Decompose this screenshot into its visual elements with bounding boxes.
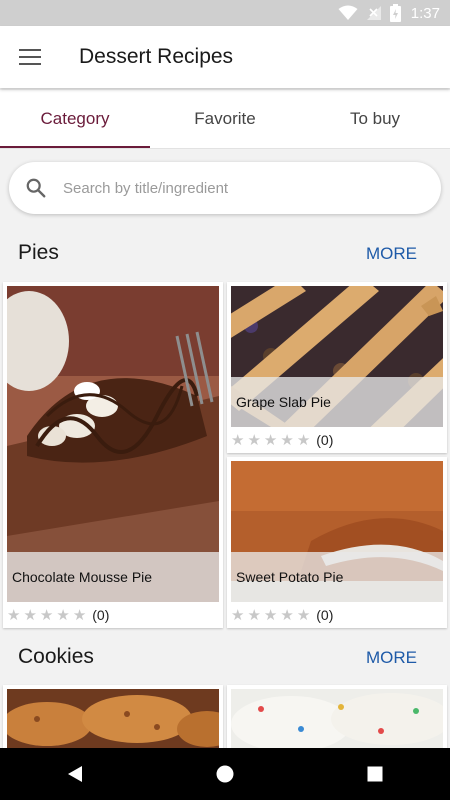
app-title: Dessert Recipes bbox=[79, 45, 234, 68]
rating-count: (0) bbox=[316, 607, 334, 623]
back-button[interactable] bbox=[45, 748, 105, 800]
section-header-pies: Pies MORE bbox=[0, 235, 450, 275]
rating-count: (0) bbox=[92, 607, 110, 623]
tab-bar: Category Favorite To buy bbox=[0, 90, 450, 149]
recipe-title: Grape Slab Pie bbox=[231, 377, 443, 427]
hamburger-menu-icon bbox=[19, 49, 41, 65]
section-title-cookies: Cookies bbox=[18, 645, 94, 668]
recipe-image: Grape Slab Pie bbox=[231, 286, 443, 427]
star-icon: ★ bbox=[296, 606, 311, 624]
search-input[interactable] bbox=[61, 178, 405, 198]
search-bar bbox=[9, 162, 441, 214]
rating-stars: ★ ★ ★ ★ ★ (0) bbox=[7, 604, 109, 626]
star-icon: ★ bbox=[56, 606, 70, 624]
star-icon: ★ bbox=[263, 606, 278, 624]
section-header-cookies: Cookies MORE bbox=[0, 639, 450, 679]
star-icon: ★ bbox=[247, 431, 261, 449]
star-icon: ★ bbox=[280, 606, 294, 624]
back-icon bbox=[68, 766, 82, 782]
star-icon: ★ bbox=[280, 431, 294, 449]
rating-stars: ★ ★ ★ ★ ★ (0) bbox=[231, 429, 333, 451]
status-time: 1:37 bbox=[410, 4, 440, 22]
app-bar: Dessert Recipes bbox=[0, 26, 450, 88]
recipe-image bbox=[7, 689, 219, 748]
recipe-card-grape-slab-pie[interactable]: Grape Slab Pie ★ ★ ★ ★ ★ (0) bbox=[227, 282, 447, 453]
recipe-image: Chocolate Mousse Pie bbox=[7, 286, 219, 602]
star-icon: ★ bbox=[72, 606, 87, 624]
recipe-card-sweet-potato-pie[interactable]: Sweet Potato Pie ★ ★ ★ ★ ★ (0) bbox=[227, 457, 447, 628]
rating-stars: ★ ★ ★ ★ ★ (0) bbox=[231, 604, 333, 626]
recipe-title: Chocolate Mousse Pie bbox=[7, 552, 219, 602]
battery-icon bbox=[389, 4, 401, 22]
recipe-image bbox=[231, 689, 443, 748]
recents-icon bbox=[367, 766, 383, 782]
section-title-pies: Pies bbox=[18, 241, 59, 264]
signal-icon bbox=[366, 6, 381, 20]
wifi-icon bbox=[338, 5, 358, 20]
more-pies-button[interactable]: MORE bbox=[366, 244, 417, 264]
star-icon: ★ bbox=[231, 431, 245, 449]
recipe-card-cookie[interactable] bbox=[227, 685, 447, 748]
star-icon: ★ bbox=[247, 606, 261, 624]
recipe-card-cookie[interactable] bbox=[3, 685, 223, 748]
recipe-card-chocolate-mousse-pie[interactable]: Chocolate Mousse Pie ★ ★ ★ ★ ★ (0) bbox=[3, 282, 223, 628]
tab-to-buy[interactable]: To buy bbox=[300, 90, 450, 148]
home-icon bbox=[216, 765, 234, 783]
star-icon: ★ bbox=[263, 431, 278, 449]
search-icon[interactable] bbox=[25, 177, 47, 199]
more-cookies-button[interactable]: MORE bbox=[366, 648, 417, 668]
search-box[interactable] bbox=[9, 162, 441, 214]
rating-count: (0) bbox=[316, 432, 334, 448]
recents-button[interactable] bbox=[345, 748, 405, 800]
star-icon: ★ bbox=[7, 606, 21, 624]
tab-favorite[interactable]: Favorite bbox=[150, 90, 300, 148]
system-nav-bar bbox=[0, 748, 450, 800]
star-icon: ★ bbox=[23, 606, 37, 624]
star-icon: ★ bbox=[39, 606, 54, 624]
home-button[interactable] bbox=[195, 748, 255, 800]
star-icon: ★ bbox=[231, 606, 245, 624]
menu-button[interactable] bbox=[0, 26, 60, 88]
status-bar: 1:37 bbox=[0, 0, 450, 26]
tab-category[interactable]: Category bbox=[0, 90, 150, 148]
recipe-image: Sweet Potato Pie bbox=[231, 461, 443, 602]
star-icon: ★ bbox=[296, 431, 311, 449]
recipe-title: Sweet Potato Pie bbox=[231, 552, 443, 602]
